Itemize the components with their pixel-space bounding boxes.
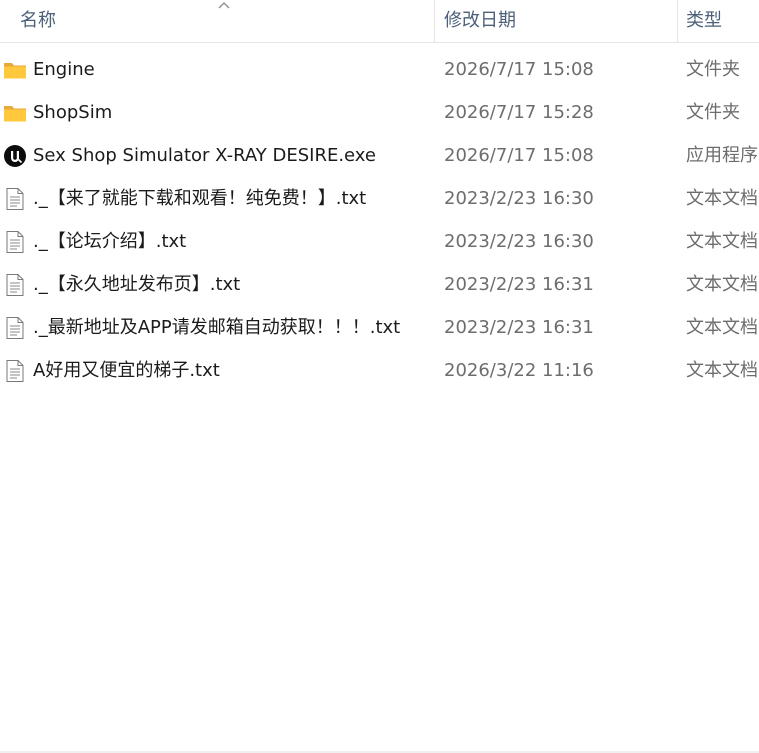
file-row-shopsim[interactable]: ShopSim 2026/7/17 15:28 文件夹: [0, 91, 759, 134]
column-divider[interactable]: [434, 0, 435, 42]
column-header-bar: 名称 修改日期 类型: [0, 0, 759, 43]
file-name: ._【永久地址发布页】.txt: [33, 274, 241, 295]
file-list: Engine 2026/7/17 15:08 文件夹 ShopSim 2026/…: [0, 48, 759, 392]
file-row-txt[interactable]: ._最新地址及APP请发邮箱自动获取！！！.txt 2023/2/23 16:3…: [0, 306, 759, 349]
file-type: 文件夹: [686, 102, 740, 123]
file-type: 文本文档: [686, 360, 758, 381]
file-date: 2026/7/17 15:08: [444, 59, 594, 80]
file-date: 2023/2/23 16:30: [444, 188, 594, 209]
file-type: 文本文档: [686, 274, 758, 295]
file-row-txt[interactable]: ._【论坛介绍】.txt 2023/2/23 16:30 文本文档: [0, 220, 759, 263]
file-name: ._【论坛介绍】.txt: [33, 231, 187, 252]
file-row-exe[interactable]: Sex Shop Simulator X-RAY DESIRE.exe 2026…: [0, 134, 759, 177]
file-type: 文本文档: [686, 231, 758, 252]
file-name: Engine: [33, 59, 95, 80]
column-divider[interactable]: [677, 0, 678, 42]
file-name: ._【来了就能下载和观看！纯免费！】.txt: [33, 188, 367, 209]
file-date: 2026/3/22 11:16: [444, 360, 594, 381]
file-name: ._最新地址及APP请发邮箱自动获取！！！.txt: [33, 317, 401, 338]
sort-ascending-icon: [218, 2, 230, 9]
folder-icon: [4, 106, 26, 122]
file-row-engine[interactable]: Engine 2026/7/17 15:08 文件夹: [0, 48, 759, 91]
unreal-app-icon: [4, 145, 26, 167]
column-header-type[interactable]: 类型: [686, 0, 722, 42]
file-name: ShopSim: [33, 102, 113, 123]
file-date: 2023/2/23 16:31: [444, 274, 594, 295]
file-date: 2026/7/17 15:28: [444, 102, 594, 123]
file-date: 2023/2/23 16:30: [444, 231, 594, 252]
text-file-icon: [6, 188, 24, 210]
folder-icon: [4, 63, 26, 79]
file-row-txt[interactable]: A好用又便宜的梯子.txt 2026/3/22 11:16 文本文档: [0, 349, 759, 392]
file-type: 文本文档: [686, 317, 758, 338]
file-type: 文本文档: [686, 188, 758, 209]
column-header-name[interactable]: 名称: [20, 0, 56, 42]
file-row-txt[interactable]: ._【永久地址发布页】.txt 2023/2/23 16:31 文本文档: [0, 263, 759, 306]
file-row-txt[interactable]: ._【来了就能下载和观看！纯免费！】.txt 2023/2/23 16:30 文…: [0, 177, 759, 220]
file-type: 应用程序: [686, 145, 758, 166]
file-name: Sex Shop Simulator X-RAY DESIRE.exe: [33, 145, 376, 166]
text-file-icon: [6, 231, 24, 253]
text-file-icon: [6, 274, 24, 296]
file-date: 2026/7/17 15:08: [444, 145, 594, 166]
column-header-date[interactable]: 修改日期: [444, 0, 516, 42]
text-file-icon: [6, 317, 24, 339]
text-file-icon: [6, 360, 24, 382]
file-date: 2023/2/23 16:31: [444, 317, 594, 338]
file-type: 文件夹: [686, 59, 740, 80]
file-name: A好用又便宜的梯子.txt: [33, 360, 220, 381]
